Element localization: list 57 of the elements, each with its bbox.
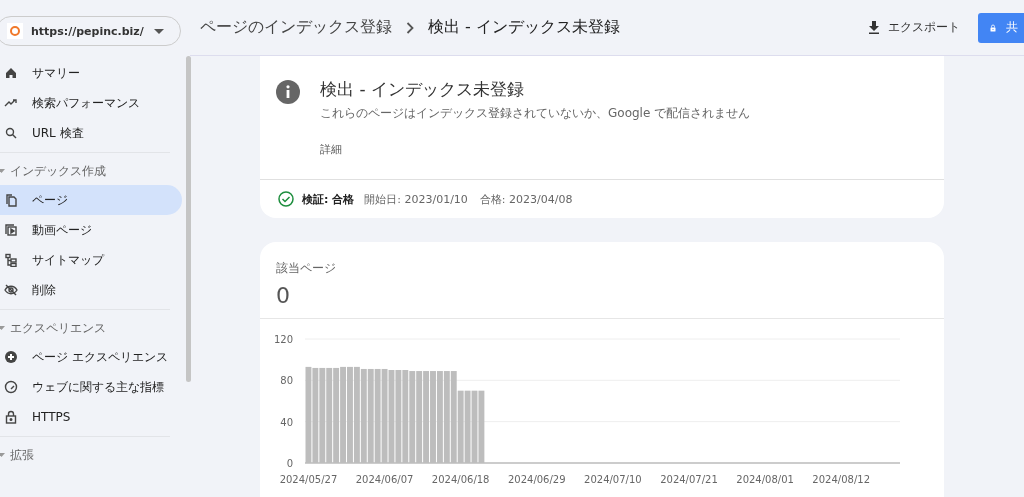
nav-section-header[interactable]: エクスペリエンス	[0, 314, 182, 342]
y-tick-label: 40	[280, 416, 293, 428]
issue-description: これらのページはインデックス登録されていないか、Google で配信されません	[320, 105, 751, 122]
nav-item[interactable]: サマリー	[0, 58, 182, 88]
export-button[interactable]: エクスポート	[862, 18, 966, 37]
nav-item[interactable]: 検索パフォーマンス	[0, 88, 182, 118]
pages-icon	[4, 193, 18, 207]
metric-value: 0	[260, 277, 944, 319]
search-icon	[4, 126, 18, 140]
details-link[interactable]: 詳細	[320, 142, 751, 157]
nav-item[interactable]: ページ	[0, 185, 182, 215]
validation-pass-date: 合格: 2023/04/08	[479, 191, 573, 207]
issue-title: 検出 - インデックス未登録	[320, 78, 525, 101]
property-selector[interactable]: https://pepinc.biz/	[0, 16, 181, 46]
x-tick-label: 2024/06/29	[507, 474, 566, 485]
validation-start-date: 開始日: 2023/01/10	[364, 191, 468, 207]
nav-item[interactable]: 動画ページ	[0, 215, 182, 245]
site-favicon-icon	[7, 23, 23, 39]
nav-item[interactable]: URL 検査	[0, 118, 182, 148]
collapse-triangle-icon	[0, 325, 5, 331]
validation-status: 検証: 合格	[302, 191, 355, 207]
nav-section-header[interactable]: 拡張	[0, 441, 182, 469]
share-button[interactable]: 共	[978, 12, 1024, 43]
sitemap-icon	[4, 253, 18, 267]
nav-section-header[interactable]: インデックス作成	[0, 157, 182, 185]
lock-icon	[4, 410, 18, 424]
download-icon	[868, 21, 880, 34]
gauge-icon	[4, 380, 18, 394]
nav-item[interactable]: 削除	[0, 275, 182, 305]
metric-label: 該当ページ	[275, 260, 337, 277]
nav-item[interactable]: サイトマップ	[0, 245, 182, 275]
x-tick-label: 2024/07/21	[660, 474, 718, 485]
check-circle-icon	[278, 191, 294, 207]
x-tick-label: 2024/06/07	[355, 474, 414, 485]
y-tick-label: 120	[273, 334, 293, 345]
collapse-triangle-icon	[0, 168, 5, 174]
y-tick-label: 80	[280, 375, 293, 387]
x-tick-label: 2024/08/01	[736, 474, 794, 485]
info-icon	[276, 80, 300, 104]
chevron-icon	[406, 21, 414, 34]
y-tick-label: 0	[286, 458, 293, 469]
x-tick-label: 2024/08/12	[812, 474, 870, 485]
plus-circle-icon	[4, 350, 18, 364]
page-title: 検出 - インデックス未登録	[428, 17, 620, 38]
x-tick-label: 2024/05/27	[279, 474, 338, 485]
scrollbar[interactable]	[186, 56, 191, 382]
breadcrumb-link[interactable]: ページのインデックス登録	[200, 17, 392, 38]
collapse-triangle-icon	[0, 452, 5, 458]
nav-item[interactable]: ページ エクスペリエンス	[0, 342, 182, 372]
x-tick-label: 2024/06/18	[431, 474, 490, 485]
nav-item[interactable]: ウェブに関する主な指標	[0, 372, 182, 402]
eye-slash-icon	[4, 283, 18, 297]
home-icon	[4, 66, 18, 80]
x-tick-label: 2024/07/10	[584, 474, 642, 485]
nav-item[interactable]: HTTPS	[0, 402, 182, 432]
dropdown-caret-icon	[154, 28, 164, 34]
video-page-icon	[4, 223, 18, 237]
